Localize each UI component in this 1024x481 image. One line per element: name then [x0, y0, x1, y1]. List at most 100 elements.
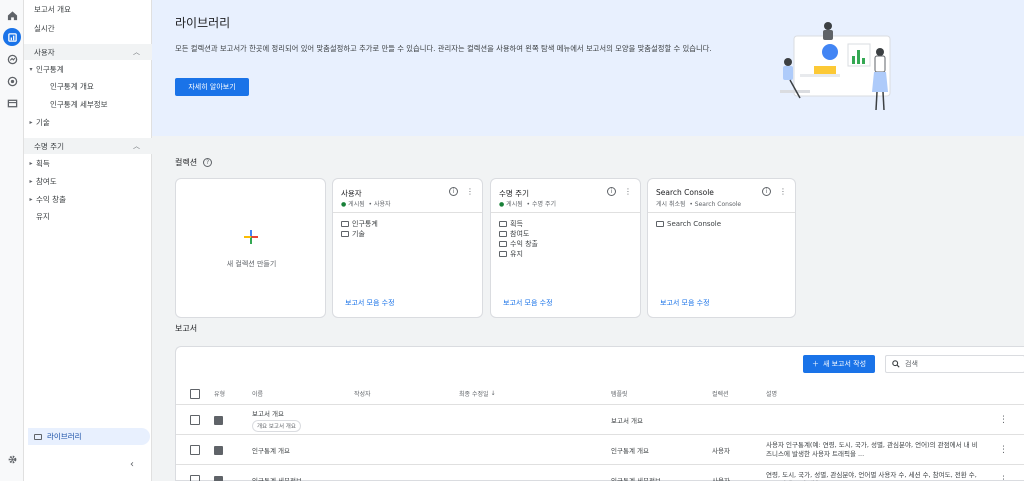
caret-right-icon: ▸ [29, 177, 33, 185]
settings-icon[interactable] [3, 450, 21, 468]
folder-icon [499, 221, 507, 227]
icon-rail [0, 0, 24, 481]
topic-item: 참여도 [499, 229, 538, 239]
caret-right-icon: ▸ [29, 195, 33, 203]
nav-item-demographics-overview[interactable]: 인구통계 개요 [24, 78, 152, 94]
table-row[interactable]: 인구통계 개요 인구통계 개요 사용자 사용자 인구통계(예: 연령, 도시, … [176, 436, 1024, 465]
table-row[interactable]: 보고서 개요 개요 보고서 개요 보고서 개요 ⋮ [176, 406, 1024, 435]
topic-label: Search Console [667, 220, 722, 228]
nav-item-demographics-details[interactable]: 인구통계 세부정보 [24, 96, 152, 112]
nav-item-demographics[interactable]: ▾ 인구통계 [24, 61, 152, 77]
table-row[interactable]: 인구통계 세부정보 인구통계 세부정보 사용자 연령, 도시, 국가, 성별, … [176, 466, 1024, 481]
nav-item-label: 획득 [36, 158, 50, 168]
topic-label: 유지 [510, 250, 523, 258]
edit-collection-link[interactable]: 보고서 모음 수정 [503, 298, 553, 308]
card-divider [648, 212, 795, 213]
report-description: 사용자 인구통계(예: 연령, 도시, 국가, 성별, 관심분야, 언어)의 관… [766, 441, 978, 458]
nav-item-library[interactable]: 라이브러리 [28, 428, 150, 445]
nav-item-overview[interactable]: 보고서 개요 [24, 1, 152, 17]
reports-heading: 보고서 [175, 323, 197, 334]
report-template: 인구통계 세부정보 [611, 477, 661, 481]
reports-icon[interactable] [3, 28, 21, 46]
nav-item-label: 참여도 [36, 176, 57, 186]
caret-down-icon: ▾ [29, 65, 33, 73]
edit-collection-link[interactable]: 보고서 모음 수정 [660, 298, 710, 308]
report-collection: 사용자 [712, 447, 730, 455]
more-vert-icon[interactable]: ⋮ [466, 187, 474, 196]
select-all-checkbox[interactable] [190, 388, 200, 399]
report-template: 인구통계 개요 [611, 447, 649, 455]
report-name[interactable]: 보고서 개요 [252, 408, 284, 418]
nav-section-lifecycle[interactable]: 수명 주기 ︿ [24, 138, 152, 154]
nav-item-retention[interactable]: 유지 [24, 208, 152, 224]
topic-item: 수익 창출 [499, 239, 538, 249]
info-icon[interactable]: i [762, 187, 771, 196]
nav-item-realtime[interactable]: 실시간 [24, 20, 152, 36]
row-checkbox[interactable] [190, 415, 200, 425]
nav-item-label: 인구통계 세부정보 [50, 99, 108, 109]
column-creator[interactable]: 작성자 [354, 383, 371, 404]
nav-section-label: 수명 주기 [34, 141, 64, 151]
more-vert-icon[interactable]: ⋮ [624, 187, 632, 196]
nav-item-acquisition[interactable]: ▸ 획득 [24, 155, 152, 171]
topic-item: 유지 [499, 249, 538, 259]
collection-card-users: 사용자 ● 게시됨 • 사용자 i ⋮ 인구통계 기술 보고서 모음 수정 [332, 178, 483, 318]
nav-item-label: 보고서 개요 [34, 4, 71, 14]
collection-type: 사용자 [374, 201, 391, 208]
info-icon[interactable]: i [607, 187, 616, 196]
column-collection[interactable]: 컬렉션 [712, 383, 729, 404]
collapse-nav-icon[interactable]: ‹ [130, 459, 134, 470]
report-chip: 개요 보고서 개요 [252, 420, 301, 432]
card-divider [333, 212, 482, 213]
explore-icon[interactable] [3, 50, 21, 68]
nav-item-label: 라이브러리 [47, 432, 82, 441]
nav-item-label: 인구통계 [36, 64, 64, 74]
more-vert-icon[interactable]: ⋮ [779, 187, 787, 196]
row-checkbox[interactable] [190, 475, 200, 481]
nav-item-engagement[interactable]: ▸ 참여도 [24, 173, 152, 189]
report-collection: 사용자 [712, 477, 730, 481]
collection-card-lifecycle: 수명 주기 ● 게시됨 • 수명 주기 i ⋮ 획득 참여도 수익 창출 유지 보… [490, 178, 641, 318]
new-collection-label: 새 컬렉션 만들기 [226, 260, 277, 268]
topic-label: 참여도 [510, 230, 530, 238]
column-template[interactable]: 템플릿 [611, 383, 628, 404]
collection-status: 게시됨 [506, 201, 523, 208]
create-report-label: 새 보고서 작성 [822, 360, 867, 368]
column-name[interactable]: 이름 [252, 383, 263, 404]
report-description: 연령, 도시, 국가, 성별, 관심분야, 언어별 사용자 수, 세션 수, 참… [766, 471, 977, 481]
column-description[interactable]: 설명 [766, 383, 777, 404]
info-icon[interactable]: i [449, 187, 458, 196]
more-vert-icon[interactable]: ⋮ [999, 445, 1008, 455]
collections-heading: 컬렉션 ? [175, 157, 213, 168]
search-icon [892, 360, 900, 368]
topic-label: 획득 [510, 220, 523, 228]
report-name[interactable]: 인구통계 세부정보 [252, 466, 302, 481]
collection-status: 게시됨 [348, 201, 365, 208]
configure-icon[interactable] [3, 94, 21, 112]
new-collection-card[interactable]: 새 컬렉션 만들기 [175, 178, 326, 318]
more-vert-icon[interactable]: ⋮ [999, 475, 1008, 481]
home-icon[interactable] [3, 6, 21, 24]
caret-right-icon: ▸ [29, 118, 33, 126]
column-type[interactable]: 유형 [214, 383, 225, 404]
learn-more-button[interactable]: 자세히 알아보기 [175, 78, 249, 96]
search-input[interactable]: 검색 [885, 355, 1024, 373]
create-report-button[interactable]: ＋ 새 보고서 작성 [803, 355, 875, 373]
row-checkbox[interactable] [190, 445, 200, 455]
published-icon: ● [341, 201, 347, 208]
collection-topics: 획득 참여도 수익 창출 유지 [499, 219, 538, 259]
main-content: 라이브러리 모든 컬렉션과 보고서가 한곳에 정리되어 있어 맞춤설정하고 추가… [152, 0, 1024, 481]
edit-collection-link[interactable]: 보고서 모음 수정 [345, 298, 395, 308]
page-title: 라이브러리 [175, 16, 231, 30]
nav-item-monetization[interactable]: ▸ 수익 창출 [24, 191, 152, 207]
column-last-modified[interactable]: 최종 수정일 ↓ [459, 383, 495, 404]
nav-section-users[interactable]: 사용자 ︿ [24, 44, 152, 60]
report-type-icon [214, 415, 223, 425]
collection-meta: ● 게시됨 • 수명 주기 [499, 201, 556, 208]
nav-item-tech[interactable]: ▸ 기술 [24, 114, 152, 130]
help-icon[interactable]: ? [203, 158, 213, 167]
more-vert-icon[interactable]: ⋮ [999, 415, 1008, 425]
collection-status: 게시 취소됨 [656, 201, 686, 208]
report-name[interactable]: 인구통계 개요 [252, 436, 290, 464]
advertising-icon[interactable] [3, 72, 21, 90]
